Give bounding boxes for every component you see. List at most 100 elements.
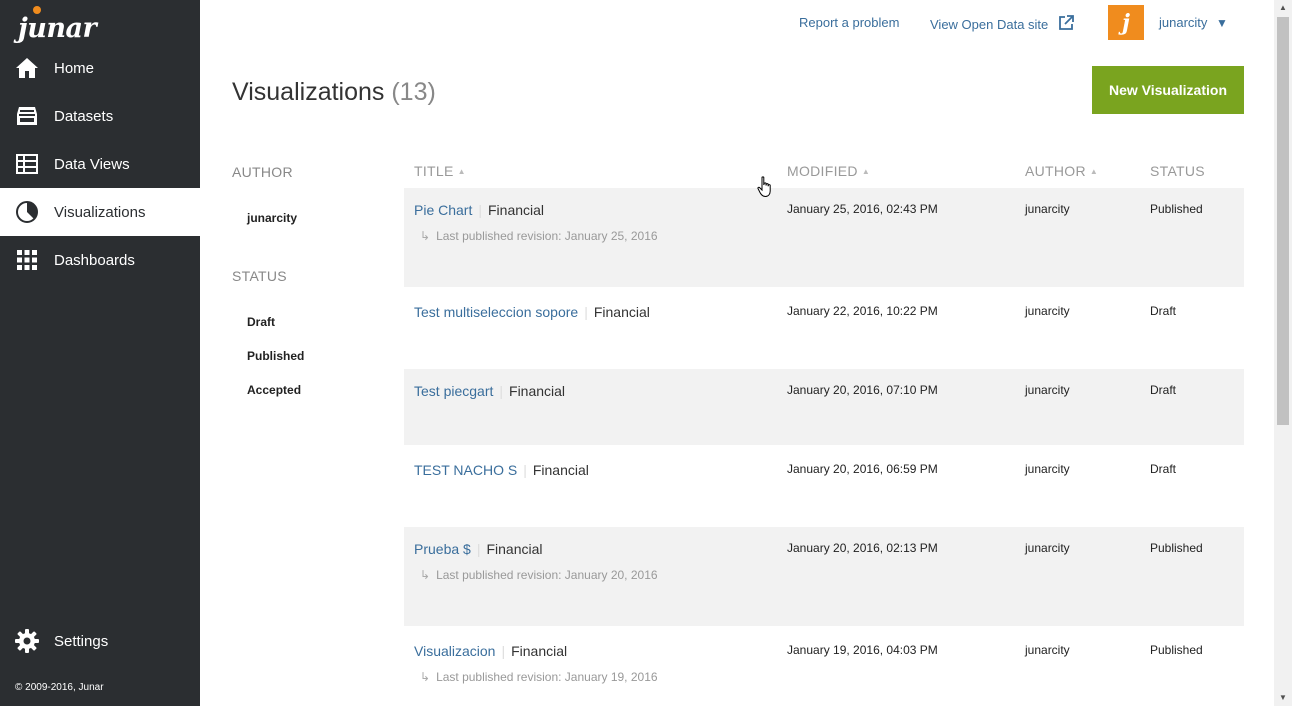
sidebar-item-home[interactable]: Home xyxy=(0,44,200,92)
row-separator: | xyxy=(478,202,482,218)
column-header-label: STATUS xyxy=(1150,163,1205,179)
filter-status-accepted[interactable]: Accepted xyxy=(247,383,301,397)
external-link-icon xyxy=(1058,15,1074,34)
dashboards-icon xyxy=(15,248,39,272)
sidebar-item-label: Datasets xyxy=(54,107,114,125)
row-title-link[interactable]: TEST NACHO S xyxy=(414,462,517,478)
column-header-modified[interactable]: MODIFIED ▲︎ xyxy=(787,163,870,179)
row-modified: January 20, 2016, 02:13 PM xyxy=(787,541,938,555)
table-row[interactable]: Pie Chart | Financial ↳ Last published revi… xyxy=(404,188,1244,287)
sidebar-item-dashboards[interactable]: Dashboards xyxy=(0,236,200,284)
scroll-up-arrow-icon[interactable]: ▲︎ xyxy=(1274,0,1292,16)
revision-arrow-icon: ↳ xyxy=(420,568,431,582)
column-header-author[interactable]: AUTHOR ▲︎ xyxy=(1025,163,1098,179)
filter-author-junarcity[interactable]: junarcity xyxy=(247,211,297,225)
data-views-icon xyxy=(15,152,39,176)
row-category: Financial xyxy=(486,541,543,557)
sidebar-item-settings[interactable]: Settings xyxy=(0,617,200,665)
column-header-label: MODIFIED xyxy=(787,163,858,179)
row-separator: | xyxy=(499,383,504,399)
filter-author-heading: AUTHOR xyxy=(232,164,293,180)
row-title-link[interactable]: Test piecgart xyxy=(414,383,493,399)
sidebar-item-label: Visualizations xyxy=(54,203,146,221)
gear-icon xyxy=(15,629,39,653)
sidebar-item-datasets[interactable]: Datasets xyxy=(0,92,200,140)
sidebar-item-data-views[interactable]: Data Views xyxy=(0,140,200,188)
table-row[interactable]: Visualizacion | Financial ↳ Last published … xyxy=(404,629,1244,706)
row-status: Published xyxy=(1150,541,1203,555)
table-row[interactable]: Test piecgart | Financial January 20, 2016… xyxy=(404,369,1244,445)
row-title: TEST NACHO S | Financial xyxy=(414,462,589,478)
row-modified: January 25, 2016, 02:43 PM xyxy=(787,202,938,216)
page-title-text: Visualizations xyxy=(232,78,385,106)
username-label: junarcity xyxy=(1159,15,1208,30)
row-status: Published xyxy=(1150,643,1203,657)
view-open-data-label: View Open Data site xyxy=(930,17,1049,32)
row-status: Draft xyxy=(1150,462,1177,476)
avatar-logo-icon: j xyxy=(1122,9,1130,36)
row-author: junarcity xyxy=(1025,462,1070,476)
sidebar: junar Home Datasets Data Views Visualiza… xyxy=(0,0,200,706)
row-separator: | xyxy=(584,304,588,320)
table-row[interactable]: TEST NACHO S | Financial January 20, 2016,… xyxy=(404,448,1244,526)
column-header-title[interactable]: TITLE ▲︎ xyxy=(414,163,466,179)
filter-status-draft[interactable]: Draft xyxy=(247,315,275,329)
row-author: junarcity xyxy=(1025,304,1070,318)
page-title: Visualizations (13) xyxy=(232,78,436,107)
row-revision: ↳ Last published revision: January 19, 20… xyxy=(420,670,658,684)
row-title-link[interactable]: Visualizacion xyxy=(414,643,495,659)
scrollbar[interactable]: ▲︎ ▼︎ xyxy=(1274,0,1292,706)
row-separator: | xyxy=(523,462,527,478)
row-separator: | xyxy=(476,541,481,557)
row-title-link[interactable]: Pie Chart xyxy=(414,202,472,218)
row-title: Test piecgart | Financial xyxy=(414,383,565,399)
row-author: junarcity xyxy=(1025,202,1070,216)
row-title: Visualizacion | Financial xyxy=(414,643,567,659)
table-row[interactable]: Prueba $ | Financial ↳ Last published revis… xyxy=(404,527,1244,626)
row-modified: January 22, 2016, 10:22 PM xyxy=(787,304,938,318)
chevron-down-icon: ▼ xyxy=(1216,16,1228,30)
row-category: Financial xyxy=(532,462,589,478)
row-category: Financial xyxy=(509,383,566,399)
view-open-data-link[interactable]: View Open Data site xyxy=(930,15,1074,34)
row-status: Published xyxy=(1150,202,1203,216)
row-revision-text: Last published revision: January 19, 201… xyxy=(436,670,658,684)
logo-dot-icon xyxy=(33,6,41,14)
new-visualization-button[interactable]: New Visualization xyxy=(1092,66,1244,114)
sidebar-item-label: Dashboards xyxy=(54,251,135,269)
row-separator: | xyxy=(501,643,506,659)
hand-cursor-icon xyxy=(757,176,775,203)
row-revision: ↳ Last published revision: January 25, 20… xyxy=(420,229,658,243)
row-category: Financial xyxy=(488,202,545,218)
sidebar-item-label: Data Views xyxy=(54,155,130,173)
revision-arrow-icon: ↳ xyxy=(420,229,431,243)
logo-text: junar xyxy=(18,13,97,44)
sidebar-item-visualizations[interactable]: Visualizations xyxy=(0,188,200,236)
copyright-text: © 2009-2016, Junar xyxy=(15,682,104,693)
table-row[interactable]: Test multiseleccion sopore | Financial Jan… xyxy=(404,290,1244,368)
row-category: Financial xyxy=(593,304,650,320)
sort-icon: ▲︎ xyxy=(457,167,466,176)
row-author: junarcity xyxy=(1025,541,1070,555)
sort-icon: ▲︎ xyxy=(1089,167,1099,176)
row-title-link[interactable]: Test multiseleccion sopore xyxy=(414,304,578,320)
filter-status-heading: STATUS xyxy=(232,268,287,284)
row-author: junarcity xyxy=(1025,383,1070,397)
row-title: Test multiseleccion sopore | Financial xyxy=(414,304,650,320)
row-modified: January 20, 2016, 06:59 PM xyxy=(787,462,938,476)
home-icon xyxy=(15,56,39,80)
sidebar-item-label: Home xyxy=(54,59,95,77)
scroll-down-arrow-icon[interactable]: ▼︎ xyxy=(1274,690,1292,706)
row-author: junarcity xyxy=(1025,643,1070,657)
report-problem-link[interactable]: Report a problem xyxy=(799,15,899,30)
visualizations-icon xyxy=(15,200,39,224)
scrollbar-thumb[interactable] xyxy=(1277,17,1289,425)
row-title-link[interactable]: Prueba $ xyxy=(414,541,471,557)
junar-logo[interactable]: junar xyxy=(18,4,97,44)
filter-status-published[interactable]: Published xyxy=(247,349,304,363)
row-revision-text: Last published revision: January 25, 201… xyxy=(436,229,658,243)
column-header-status: STATUS xyxy=(1150,163,1205,179)
avatar[interactable]: j xyxy=(1108,5,1144,40)
user-menu[interactable]: junarcity ▼ xyxy=(1159,15,1228,30)
column-header-label: AUTHOR xyxy=(1025,163,1086,179)
